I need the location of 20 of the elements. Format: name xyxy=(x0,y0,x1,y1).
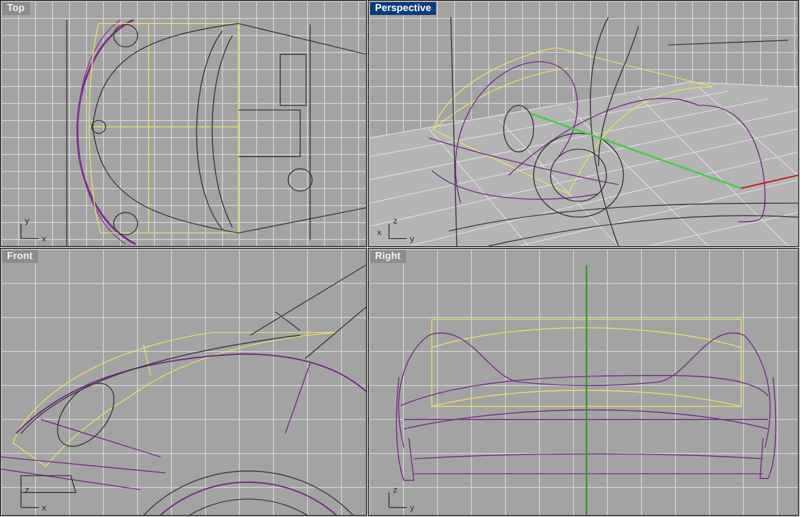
viewport[interactable]: Perspective z x y xyxy=(368,0,799,247)
axis-icon xyxy=(388,223,408,240)
axis-label: x xyxy=(42,502,46,512)
axis-label: x xyxy=(376,227,382,237)
viewport-title[interactable]: Top xyxy=(2,2,30,15)
viewport-title[interactable]: Right xyxy=(370,250,406,263)
viewport[interactable]: Top y x xyxy=(0,0,367,247)
viewport-title[interactable]: Front xyxy=(2,250,38,263)
axis-label: z xyxy=(392,216,398,226)
viewport[interactable]: Front z x xyxy=(0,248,367,516)
axis-label: y xyxy=(24,216,30,226)
axis-label: z xyxy=(392,484,398,494)
axis-label: z xyxy=(24,484,30,494)
axis-label: y xyxy=(410,234,414,244)
viewport[interactable]: Right z y xyxy=(368,248,799,516)
axis-icon xyxy=(20,492,40,508)
viewport-title[interactable]: Perspective xyxy=(370,2,436,15)
axis-label: x xyxy=(42,234,46,244)
axis-label: y xyxy=(410,502,414,512)
axis-icon xyxy=(388,492,408,508)
